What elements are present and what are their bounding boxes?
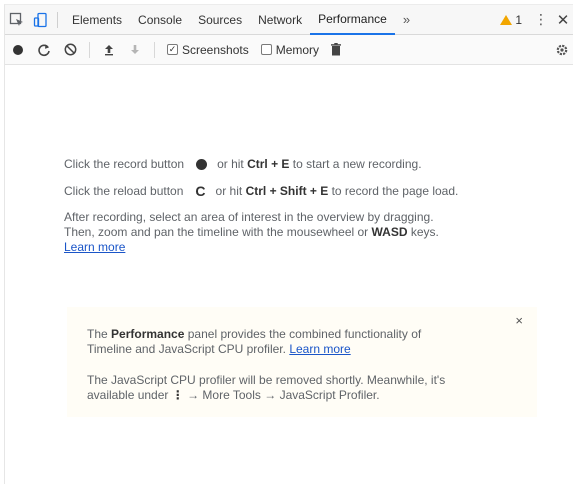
reload-instruction: Click the reload button C or hit Ctrl + … [64, 180, 554, 202]
gear-icon [556, 44, 568, 55]
notice-learn-more-link[interactable]: Learn more [289, 342, 350, 356]
toolbar-separator [89, 41, 90, 58]
upload-icon [105, 44, 113, 55]
record-instruction-or: or hit [217, 157, 244, 171]
capture-settings-button[interactable] [550, 43, 573, 57]
notice-p1-prefix: The [87, 327, 108, 341]
notice-p2-path: → More Tools → JavaScript Profiler. [187, 388, 380, 402]
record-inline-icon[interactable] [196, 158, 208, 170]
reload-instruction-or: or hit [215, 184, 243, 198]
record-instruction-suffix: to start a new recording. [292, 157, 422, 171]
after-recording-instruction: After recording, select an area of inter… [64, 210, 554, 255]
tab-console[interactable]: Console [130, 5, 190, 35]
notice-p1-bold: Performance [111, 327, 185, 341]
notice-p2-prefix: available under [87, 388, 169, 402]
after-recording-line1: After recording, select an area of inter… [64, 210, 434, 224]
customize-menu-button[interactable]: ⋮ [530, 11, 552, 28]
warning-count: 1 [515, 12, 522, 27]
save-profile-button[interactable] [122, 37, 148, 63]
screenshots-toggle[interactable]: ✓ Screenshots [167, 43, 249, 57]
reload-record-button[interactable] [31, 37, 57, 63]
wasd-keys: WASD [371, 225, 408, 239]
after-recording-line2-end: keys. [410, 225, 439, 239]
learn-more-link[interactable]: Learn more [64, 240, 125, 254]
record-instruction: Click the record button or hit Ctrl + E … [64, 153, 554, 175]
reload-instruction-prefix: Click the reload button [64, 184, 184, 198]
toolbar-separator [154, 41, 155, 58]
record-button[interactable] [5, 37, 31, 63]
notice-p1-mid: panel provides the combined functionalit… [187, 327, 422, 341]
more-tabs-button[interactable]: » [395, 5, 418, 35]
reload-shortcut: Ctrl + Shift + E [245, 184, 329, 198]
close-notice-button[interactable]: × [515, 313, 523, 328]
reload-icon [38, 44, 50, 56]
kebab-menu-icon: ⋮ [171, 388, 184, 402]
devtools-window: Elements Console Sources Network Perform… [4, 4, 573, 484]
reload-instruction-suffix: to record the page load. [331, 184, 459, 198]
clear-icon [64, 43, 76, 56]
devtools-tab-bar: Elements Console Sources Network Perform… [5, 5, 573, 35]
close-devtools-button[interactable]: ✕ [552, 11, 573, 29]
record-icon [13, 44, 23, 55]
memory-label: Memory [275, 42, 320, 57]
notice-paragraph-1: The Performance panel provides the combi… [87, 327, 467, 357]
profiler-deprecation-notice: × The Performance panel provides the com… [67, 307, 537, 417]
memory-checkbox[interactable] [260, 44, 272, 55]
record-shortcut: Ctrl + E [247, 157, 290, 171]
notice-p2-line1: The JavaScript CPU profiler will be remo… [87, 373, 446, 387]
performance-toolbar: ✓ Screenshots Memory [5, 35, 573, 65]
tab-performance[interactable]: Performance [310, 5, 395, 35]
trash-icon [331, 43, 342, 56]
device-toolbar-icon[interactable] [29, 8, 53, 32]
load-profile-button[interactable] [96, 37, 122, 63]
tab-network[interactable]: Network [250, 5, 310, 35]
record-instruction-prefix: Click the record button [64, 157, 185, 171]
tab-sources[interactable]: Sources [190, 5, 250, 35]
screenshots-checkbox[interactable]: ✓ [167, 44, 178, 55]
tabbar-separator [57, 11, 58, 28]
warnings-button[interactable]: 1 [492, 13, 530, 27]
download-icon [131, 44, 139, 54]
tab-elements[interactable]: Elements [64, 5, 130, 35]
screenshots-label: Screenshots [182, 42, 249, 57]
landing-instructions: Click the record button or hit Ctrl + E … [64, 153, 554, 255]
notice-p1-line2: Timeline and JavaScript CPU profiler. [87, 342, 286, 356]
clear-button[interactable] [57, 37, 83, 63]
memory-toggle[interactable]: Memory [260, 42, 320, 57]
reload-inline-icon[interactable]: C [195, 183, 205, 199]
notice-paragraph-2: The JavaScript CPU profiler will be remo… [87, 373, 467, 403]
after-recording-line2: Then, zoom and pan the timeline with the… [64, 225, 369, 239]
inspect-element-icon[interactable] [5, 8, 29, 32]
warning-icon [500, 14, 513, 25]
collect-garbage-button[interactable] [325, 39, 347, 61]
